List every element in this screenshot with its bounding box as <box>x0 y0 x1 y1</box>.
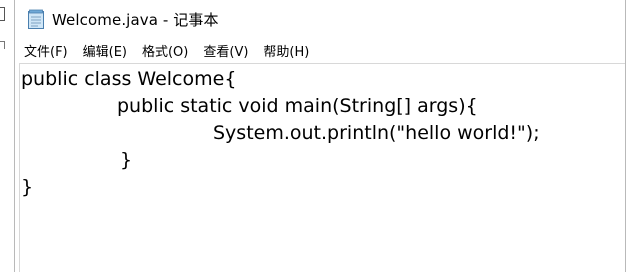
menu-format[interactable]: 格式(O) <box>142 41 188 60</box>
background-window-edge <box>0 41 5 49</box>
code-line: } <box>21 176 34 198</box>
menu-bar: 文件(F) 编辑(E) 格式(O) 查看(V) 帮助(H) <box>15 39 625 62</box>
menu-file[interactable]: 文件(F) <box>24 41 68 60</box>
code-line: public class Welcome{ <box>21 68 237 90</box>
notepad-icon <box>26 8 46 30</box>
text-editor-area[interactable]: public class Welcome{ public static void… <box>19 63 625 272</box>
menu-edit[interactable]: 编辑(E) <box>83 41 127 60</box>
code-line: public static void main(String[] args){ <box>117 95 478 117</box>
menu-help[interactable]: 帮助(H) <box>263 41 309 60</box>
code-line: } <box>120 149 133 171</box>
desktop-screen: Welcome.java - 记事本 文件(F) 编辑(E) 格式(O) 查看(… <box>0 0 626 272</box>
notepad-window: Welcome.java - 记事本 文件(F) 编辑(E) 格式(O) 查看(… <box>14 0 626 272</box>
background-window-edge <box>0 7 5 21</box>
window-title: Welcome.java - 记事本 <box>52 10 219 29</box>
menu-view[interactable]: 查看(V) <box>203 41 248 60</box>
code-line: System.out.println("hello world!"); <box>213 122 540 144</box>
title-bar[interactable]: Welcome.java - 记事本 <box>15 0 625 38</box>
